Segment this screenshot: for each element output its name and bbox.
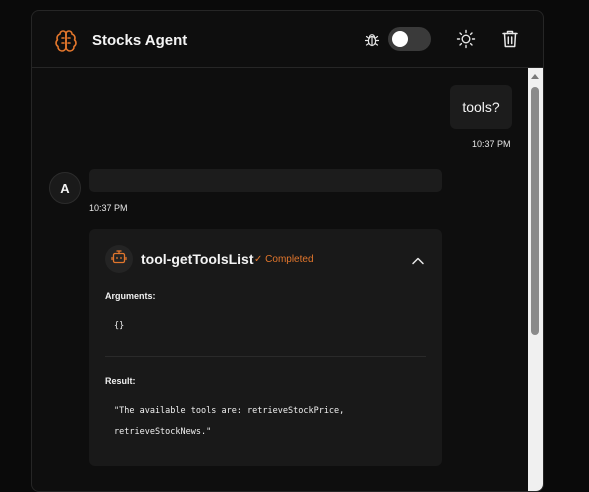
sun-icon[interactable] bbox=[456, 29, 476, 49]
robot-icon bbox=[111, 249, 127, 270]
debug-toggle[interactable] bbox=[388, 27, 431, 51]
user-message-time: 10:37 PM bbox=[472, 139, 511, 149]
scrollbar[interactable] bbox=[528, 68, 543, 491]
arguments-label: Arguments: bbox=[105, 291, 156, 301]
result-label: Result: bbox=[105, 376, 136, 386]
tool-name: tool-getToolsList bbox=[141, 251, 254, 267]
tool-call-card: tool-getToolsList ✓ Completed Arguments:… bbox=[89, 229, 442, 466]
chat-panel: Stocks Agent tools? 10:37 PM A 10:37 PM … bbox=[31, 10, 544, 492]
tool-icon-badge bbox=[105, 245, 133, 273]
trash-icon[interactable] bbox=[501, 29, 519, 49]
tool-status-badge: ✓ Completed bbox=[254, 254, 314, 265]
toggle-knob bbox=[392, 31, 408, 47]
bug-icon bbox=[364, 32, 380, 48]
assistant-message bbox=[89, 169, 442, 192]
user-message: tools? bbox=[450, 85, 512, 129]
brain-icon bbox=[54, 29, 78, 53]
app-title: Stocks Agent bbox=[92, 32, 188, 49]
divider bbox=[105, 356, 426, 357]
scroll-up-arrow[interactable] bbox=[531, 74, 539, 79]
assistant-avatar: A bbox=[49, 172, 81, 204]
result-value: "The available tools are: retrieveStockP… bbox=[114, 406, 345, 437]
chevron-up-icon[interactable] bbox=[411, 253, 425, 265]
assistant-message-time: 10:37 PM bbox=[89, 203, 128, 213]
scroll-thumb[interactable] bbox=[531, 87, 539, 335]
header: Stocks Agent bbox=[32, 11, 543, 68]
message-list: tools? 10:37 PM A 10:37 PM tool-getTools… bbox=[32, 68, 527, 491]
arguments-value: {} bbox=[114, 321, 125, 331]
